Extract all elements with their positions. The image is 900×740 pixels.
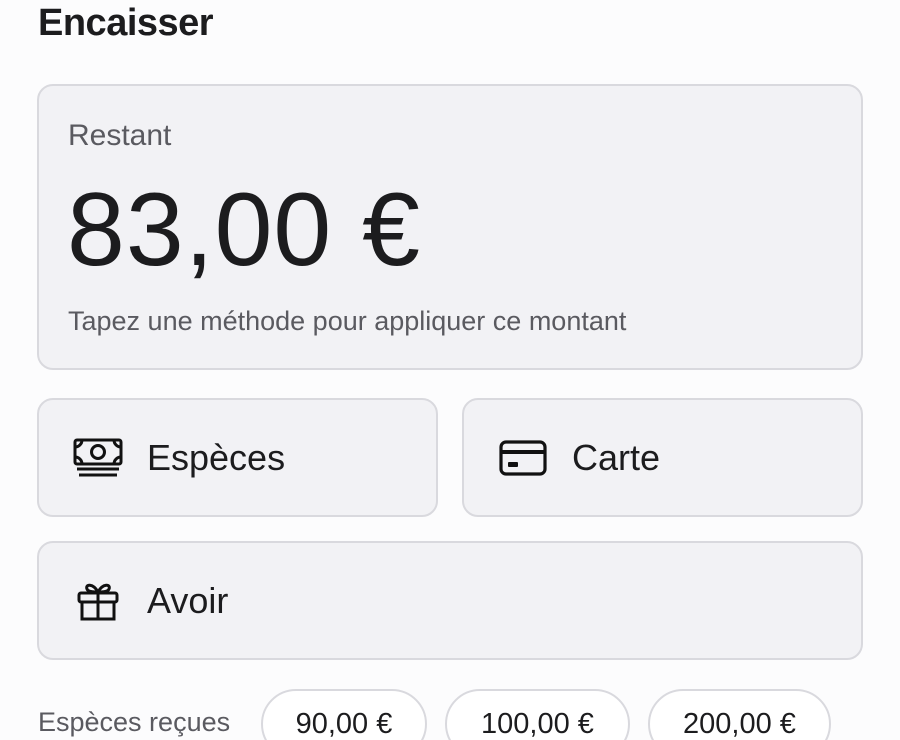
cash-payment-button[interactable]: Espèces: [37, 398, 438, 517]
card-label: Carte: [572, 437, 661, 478]
page-title: Encaisser: [38, 2, 214, 44]
remaining-amount-card: Restant 83,00 € Tapez une méthode pour a…: [37, 84, 863, 370]
credit-note-payment-button[interactable]: Avoir: [37, 541, 863, 660]
quick-amount-button[interactable]: 200,00 €: [648, 689, 831, 740]
card-payment-button[interactable]: Carte: [462, 398, 863, 517]
remaining-hint: Tapez une méthode pour appliquer ce mont…: [68, 306, 627, 336]
quick-amount-button[interactable]: 90,00 €: [261, 689, 427, 740]
checkout-screen: Encaisser Restant 83,00 € Tapez une méth…: [0, 0, 900, 740]
remaining-label: Restant: [68, 119, 172, 152]
cash-received-label: Espèces reçues: [38, 707, 231, 737]
credit-note-label: Avoir: [147, 580, 229, 621]
remaining-amount: 83,00 €: [67, 172, 421, 288]
banknote-icon: [73, 438, 123, 478]
cash-label: Espèces: [147, 437, 286, 478]
credit-card-icon: [498, 438, 548, 478]
quick-amount-button[interactable]: 100,00 €: [445, 689, 630, 740]
gift-icon: [73, 581, 123, 621]
